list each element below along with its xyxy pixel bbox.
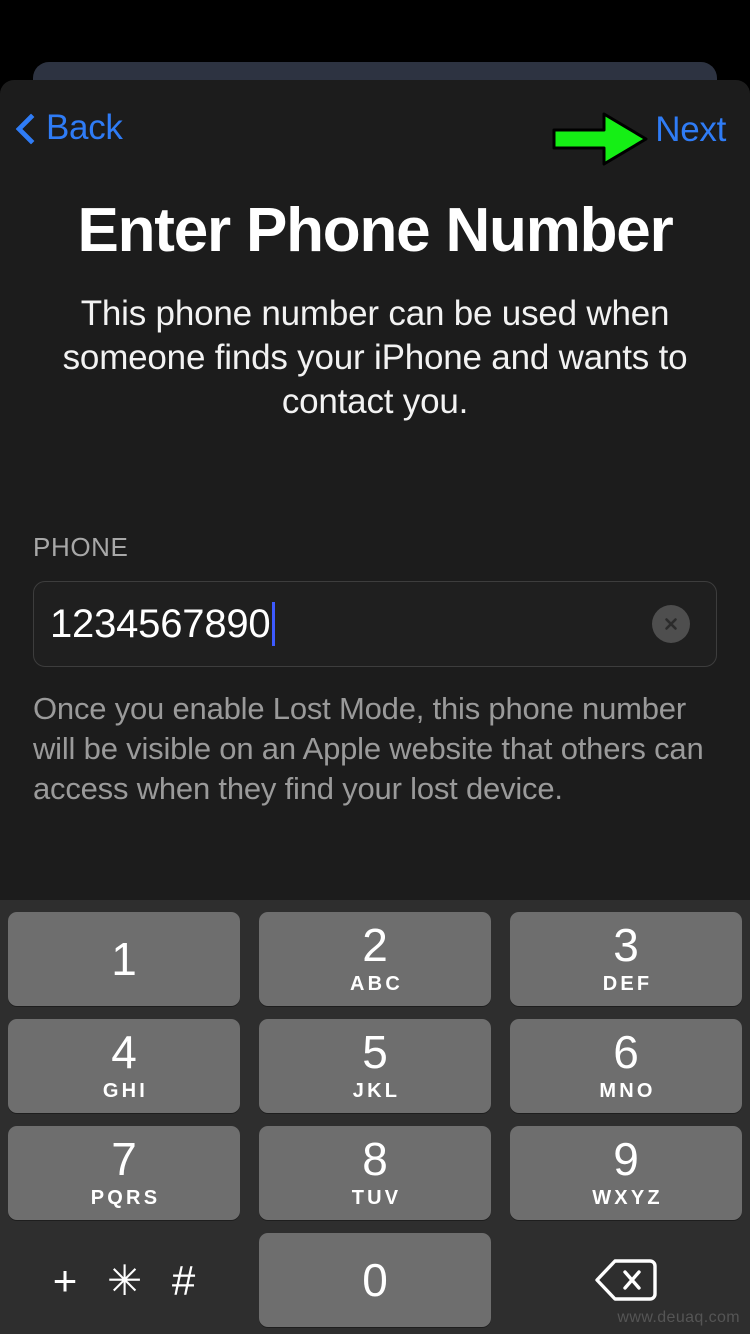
page-title: Enter Phone Number (77, 196, 673, 265)
clear-circle-icon (665, 618, 677, 630)
key-0[interactable]: 0 (259, 1233, 491, 1327)
key-3[interactable]: 3 DEF (510, 912, 742, 1006)
key-letters: WXYZ (592, 1187, 663, 1209)
phone-helper-text: Once you enable Lost Mode, this phone nu… (33, 691, 704, 806)
key-digit: 0 (362, 1254, 388, 1306)
key-5[interactable]: 5 JKL (259, 1019, 491, 1113)
key-letters: MNO (599, 1080, 656, 1102)
key-2[interactable]: 2 ABC (259, 912, 491, 1006)
keypad-row: 4 GHI 5 JKL 6 MNO (8, 1019, 742, 1113)
numeric-keypad: 1 2 ABC 3 DEF 4 GHI 5 JKL 6 MNO 7 PQRS 8… (0, 900, 750, 1334)
key-symbols[interactable]: + ✳ # (8, 1233, 240, 1327)
watermark: www.deuaq.com (617, 1309, 740, 1326)
key-digit: 9 (613, 1133, 639, 1185)
key-letters: TUV (351, 1187, 402, 1209)
page-description: This phone number can be used when someo… (62, 294, 688, 421)
keypad-row: 1 2 ABC 3 DEF (8, 912, 742, 1006)
text-caret (272, 602, 276, 646)
key-digit: 1 (111, 933, 137, 985)
key-7[interactable]: 7 PQRS (8, 1126, 240, 1220)
phone-screen: Back Next Enter Phone Number This phone … (0, 0, 750, 1334)
key-4[interactable]: 4 GHI (8, 1019, 240, 1113)
navigation-bar: Back Next (0, 80, 750, 192)
key-9[interactable]: 9 WXYZ (510, 1126, 742, 1220)
backspace-delete-icon (595, 1259, 657, 1301)
key-letters: JKL (352, 1080, 401, 1102)
phone-field-label: PHONE (33, 532, 129, 562)
key-6[interactable]: 6 MNO (510, 1019, 742, 1113)
key-8[interactable]: 8 TUV (259, 1126, 491, 1220)
key-digit: 6 (613, 1026, 639, 1078)
back-button[interactable]: Back (18, 108, 123, 148)
key-letters: ABC (350, 973, 403, 995)
lost-mode-sheet: Back Next Enter Phone Number This phone … (0, 80, 750, 1334)
phone-input[interactable]: 1234567890 (33, 581, 717, 667)
chevron-left-icon (18, 112, 36, 144)
key-digit: 8 (362, 1133, 388, 1185)
back-button-label: Back (46, 108, 123, 147)
key-digit: 5 (362, 1026, 388, 1078)
key-letters: GHI (102, 1080, 149, 1102)
key-digit: 3 (613, 919, 639, 971)
clear-text-button[interactable] (652, 605, 690, 643)
key-digit: 2 (362, 919, 388, 971)
key-symbols-label: + ✳ # (52, 1256, 205, 1304)
key-letters: DEF (602, 973, 653, 995)
keypad-row: 7 PQRS 8 TUV 9 WXYZ (8, 1126, 742, 1220)
key-1[interactable]: 1 (8, 912, 240, 1006)
key-digit: 4 (111, 1026, 137, 1078)
key-letters: PQRS (90, 1187, 161, 1209)
key-digit: 7 (111, 1133, 137, 1185)
next-button[interactable]: Next (655, 110, 726, 150)
phone-input-value: 1234567890 (50, 601, 271, 646)
phone-form: PHONE 1234567890 Once you enable Lost Mo… (0, 532, 750, 809)
